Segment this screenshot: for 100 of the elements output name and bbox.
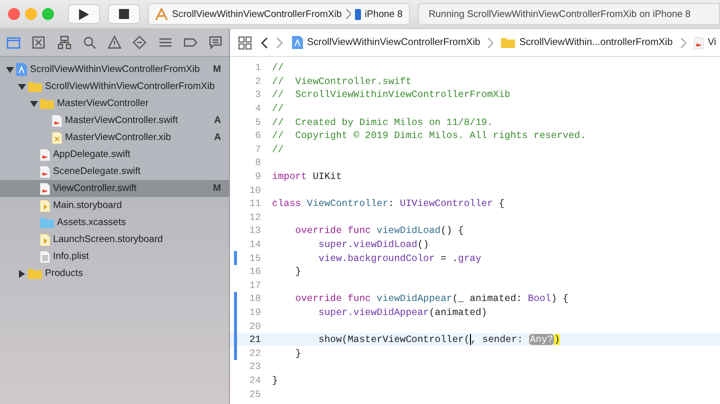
expanded-triangle-icon[interactable] xyxy=(18,82,26,90)
scheme-name: ScrollViewWithinViewControllerFromXib xyxy=(172,8,342,20)
expanded-triangle-icon[interactable] xyxy=(6,66,14,74)
line-number: 20 xyxy=(248,320,262,332)
code-text: class ViewController: UIViewController { xyxy=(272,198,505,210)
line-number: 4 xyxy=(254,103,262,114)
line-number: 24 xyxy=(248,374,262,386)
swift-file-icon xyxy=(40,148,50,160)
collapsed-triangle-icon[interactable] xyxy=(18,270,26,278)
close-button[interactable] xyxy=(8,8,20,20)
chevron-right-icon xyxy=(488,38,494,48)
line-number: 11 xyxy=(248,198,262,210)
file-tree-item[interactable]: Info.plist xyxy=(0,248,229,265)
swift-file-icon xyxy=(52,114,62,126)
code-text: // xyxy=(272,103,284,114)
file-tree-item[interactable]: MasterViewController xyxy=(0,95,229,112)
play-icon xyxy=(79,8,89,20)
folder-icon xyxy=(501,37,516,48)
code-text: // xyxy=(272,62,284,74)
breadcrumb-item[interactable]: ScrollViewWithinViewControllerFromXib xyxy=(307,37,480,48)
code-text: // ScrollViewWithinViewControllerFromXib xyxy=(272,89,510,100)
project-icon xyxy=(292,36,303,49)
message-icon[interactable] xyxy=(208,35,223,50)
breadcrumb-item[interactable]: Vi xyxy=(708,37,716,48)
line-number: 1 xyxy=(254,62,262,74)
line-number: 25 xyxy=(248,388,262,400)
swift-file-icon xyxy=(694,36,704,48)
device-name: iPhone 8 xyxy=(364,8,403,20)
file-tree-item[interactable]: AppDelegate.swift xyxy=(0,146,229,163)
code-text: } xyxy=(294,266,302,278)
expanded-triangle-icon[interactable] xyxy=(30,100,38,108)
code-text: // Copyright © 2019 Dimic Milos. All rights reserved. xyxy=(272,130,586,142)
line-number: 6 xyxy=(254,130,262,142)
breadcrumb-item[interactable]: ScrollViewWithin...ontrollerFromXib xyxy=(519,37,673,48)
line-number: 23 xyxy=(248,361,262,372)
run-button[interactable] xyxy=(68,4,100,24)
scheme-selector[interactable]: ScrollViewWithinViewControllerFromXib iPhone 8 xyxy=(148,3,410,25)
code-text: override func viewDidLoad() { xyxy=(294,225,464,236)
storyboard-file-icon xyxy=(40,234,50,246)
chevron-right-icon xyxy=(346,9,351,19)
line-number: 3 xyxy=(254,89,262,100)
code-text: import UIKit xyxy=(272,171,342,182)
code-text: override func viewDidAppear(_ animated: Bool) { xyxy=(294,293,569,304)
code-text: super.viewDidAppear(animated) xyxy=(318,306,488,318)
line-number: 12 xyxy=(248,212,262,223)
code-text: } xyxy=(272,374,278,386)
folder-icon xyxy=(40,98,54,109)
file-tree-item[interactable]: ScrollViewWithinViewControllerFromXib M xyxy=(0,61,229,78)
file-tree-item[interactable]: LaunchScreen.storyboard xyxy=(0,231,229,248)
phone-icon xyxy=(354,8,361,20)
stop-button[interactable] xyxy=(108,4,140,24)
source-control-icon[interactable] xyxy=(31,35,46,50)
line-number: 5 xyxy=(254,116,262,128)
line-number: 15 xyxy=(248,252,262,264)
code-text: show(MasterViewController(, sender: Any?) xyxy=(318,334,560,346)
app-icon xyxy=(155,8,168,20)
swift-file-icon xyxy=(40,182,50,194)
file-tree-item[interactable]: SceneDelegate.swift xyxy=(0,163,229,180)
stop-icon xyxy=(119,9,129,19)
line-number: 10 xyxy=(248,184,262,196)
line-number: 22 xyxy=(248,348,262,359)
line-number: 2 xyxy=(254,76,262,87)
line-number: 14 xyxy=(248,239,262,250)
file-tree-item[interactable]: Main.storyboard xyxy=(0,197,229,214)
asset-folder-icon xyxy=(40,217,54,228)
file-tree-item[interactable]: Products xyxy=(0,265,229,282)
folder-icon xyxy=(28,268,42,279)
line-number: 17 xyxy=(248,280,262,291)
code-text: // ViewController.swift xyxy=(272,76,412,87)
line-number: 18 xyxy=(248,293,262,304)
line-number: 21 xyxy=(248,334,262,346)
search-icon[interactable] xyxy=(82,35,97,50)
line-number: 7 xyxy=(254,144,262,155)
grid-icon[interactable] xyxy=(238,36,252,50)
file-tree-item[interactable]: ScrollViewWithinViewControllerFromXib xyxy=(0,78,229,95)
plist-file-icon xyxy=(40,250,50,262)
folder-icon xyxy=(28,81,42,92)
folder-icon[interactable] xyxy=(6,35,21,50)
warning-icon[interactable] xyxy=(107,35,122,50)
hierarchy-icon[interactable] xyxy=(56,35,72,50)
activity-view: Running ScrollViewWithinViewControllerFromXib on iPhone 8 xyxy=(418,3,720,25)
file-tree-item[interactable]: MasterViewController.xib A xyxy=(0,129,229,146)
swift-file-icon xyxy=(40,166,50,178)
code-text: view.backgroundColor = .gray xyxy=(318,252,482,264)
code-text: // xyxy=(272,144,284,155)
file-tree-item[interactable]: ViewController.swift M xyxy=(0,180,229,197)
diamond-icon[interactable] xyxy=(132,35,148,50)
line-number: 16 xyxy=(248,266,262,278)
file-tree-item[interactable]: MasterViewController.swift A xyxy=(0,112,229,129)
file-tree-item[interactable]: Assets.xcassets xyxy=(0,214,229,231)
back-icon[interactable] xyxy=(260,36,268,48)
line-number: 9 xyxy=(254,171,262,182)
project-icon xyxy=(16,63,27,76)
code-text: // Created by Dimic Milos on 11/8/19. xyxy=(272,116,493,128)
chevron-right-icon xyxy=(680,38,686,48)
xib-file-icon xyxy=(52,132,62,144)
code-text: super.viewDidLoad() xyxy=(318,239,429,250)
storyboard-file-icon xyxy=(40,200,50,212)
forward-icon[interactable] xyxy=(276,36,284,48)
line-number: 19 xyxy=(248,306,262,318)
